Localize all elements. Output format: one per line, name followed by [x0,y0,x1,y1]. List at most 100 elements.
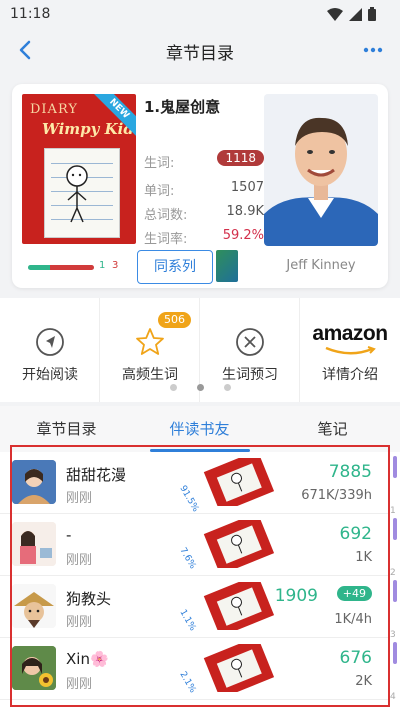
new-word-rate-label: 生词率: [144,232,188,247]
progress-green-segment [28,265,50,270]
progress-red-count: 3 [112,260,119,271]
friend-score: 7885 [328,462,372,482]
side-index-number: 1 [390,506,396,516]
action-label: 生词预习 [222,367,278,383]
chapter-name: 1.鬼屋创意 [144,98,221,116]
cover-title: DIARY [30,102,78,117]
tab-bar: 章节目录 伴读书友 笔记 [0,406,400,452]
side-marker [393,580,397,602]
total-words-label: 总词数: [144,208,188,223]
status-bar: 11:18 [0,0,400,28]
battery-icon [368,7,376,21]
wimpy-kid-drawing-icon [66,165,88,223]
signal-icon [349,7,362,21]
author-portrait-icon [264,94,378,246]
page-dot [224,384,231,391]
nav-bar: 章节目录 [0,28,400,74]
page-dot-active [197,384,204,391]
book-thumbnail-icon [203,458,275,506]
more-icon[interactable] [360,38,386,62]
progress-red-segment [50,265,94,270]
list-item[interactable]: - 刚刚 7.6% 692 1K [0,514,388,576]
new-words-label: 生词: [144,156,175,171]
score-increase-badge: +49 [336,586,372,601]
page-dot [170,384,177,391]
friend-score: 676 [339,648,372,668]
words-value: 1507 [230,180,264,195]
side-marker [393,642,397,664]
wifi-icon [327,7,343,21]
friend-time: 刚刚 [66,553,93,568]
friend-stats: 1K [355,550,372,565]
progress-percent: 7.6% [177,546,198,571]
circle-x-icon [236,328,264,356]
page-indicator [170,384,231,391]
new-word-rate-value: 59.2% [222,228,264,243]
frequent-words-badge: 506 [158,312,191,328]
book-card: DIARY Wimpy Kid NEW 1.鬼屋创意 生词: 1118 单词: … [12,84,388,288]
status-icons [327,7,376,21]
words-stat: 单词: 1507 [144,180,264,199]
friends-list: 甜甜花漫 刚刚 91.5% 7885 671K/339h - 刚刚 7.6% 6… [0,452,400,711]
progress-percent: 2.1% [177,670,198,695]
book-thumbnail-icon [203,644,275,692]
avatar[interactable] [12,584,56,628]
star-icon [136,328,164,355]
tab-chapters[interactable]: 章节目录 [0,418,133,439]
friend-stats: 671K/339h [301,488,372,503]
friend-stats: 2K [355,674,372,689]
side-marker [393,518,397,540]
author-photo[interactable] [264,94,378,246]
book-thumbnail-icon [203,520,275,568]
tab-notes[interactable]: 笔记 [266,418,399,439]
friend-stats: 1K/4h [334,612,372,627]
list-item[interactable]: 甜甜花漫 刚刚 91.5% 7885 671K/339h [0,452,388,514]
friend-name: Xin🌸 [66,650,109,668]
series-book-thumbnail[interactable] [216,250,238,282]
action-row: 开始阅读 506 高频生词 生词预习 amazon 详情介绍 [0,298,400,402]
compass-icon [36,328,64,356]
series-button[interactable]: 同系列 [137,250,213,284]
words-label: 单词: [144,184,175,199]
page-title: 章节目录 [166,44,234,64]
details-button[interactable]: amazon 详情介绍 [300,298,400,402]
progress-percent: 1.1% [177,608,198,633]
amazon-smile-icon [325,346,376,355]
reading-progress-bar [28,265,94,270]
friend-name: 狗教头 [66,590,112,608]
avatar[interactable] [12,460,56,504]
new-words-stat: 生词: 1118 [144,150,264,171]
start-reading-button[interactable]: 开始阅读 [0,298,100,402]
amazon-logo: amazon [312,322,388,345]
list-item[interactable]: Xin🌸 刚刚 2.1% 676 2K [0,638,388,700]
cover-subtitle: Wimpy Kid [42,120,134,138]
side-index-number: 3 [390,630,396,640]
friend-score: 1909 [274,586,318,606]
action-label: 开始阅读 [22,367,78,383]
avatar[interactable] [12,522,56,566]
new-word-rate-stat: 生词率: 59.2% [144,228,264,247]
action-label: 高频生词 [122,367,178,383]
list-item[interactable]: 狗教头 刚刚 1.1% 1909 +49 1K/4h [0,576,388,638]
tab-reading-friends[interactable]: 伴读书友 [133,418,266,439]
side-marker [393,456,397,478]
total-words-stat: 总词数: 18.9K [144,204,264,223]
friend-name: - [66,526,72,544]
friend-name: 甜甜花漫 [66,466,127,484]
friend-time: 刚刚 [66,677,93,692]
side-index-number: 2 [390,568,396,578]
action-label: 详情介绍 [322,367,378,383]
author-name[interactable]: Jeff Kinney [264,258,378,273]
status-time: 11:18 [10,6,51,22]
progress-green-count: 1 [99,260,106,271]
friend-time: 刚刚 [66,491,93,506]
book-cover[interactable]: DIARY Wimpy Kid NEW [22,94,136,244]
new-words-pill: 1118 [217,150,264,166]
progress-percent: 91.5% [177,484,201,514]
side-index-number: 4 [390,692,396,702]
avatar[interactable] [12,646,56,690]
book-thumbnail-icon [203,582,275,630]
friend-score: 692 [339,524,372,544]
total-words-value: 18.9K [226,204,264,219]
friend-time: 刚刚 [66,615,93,630]
